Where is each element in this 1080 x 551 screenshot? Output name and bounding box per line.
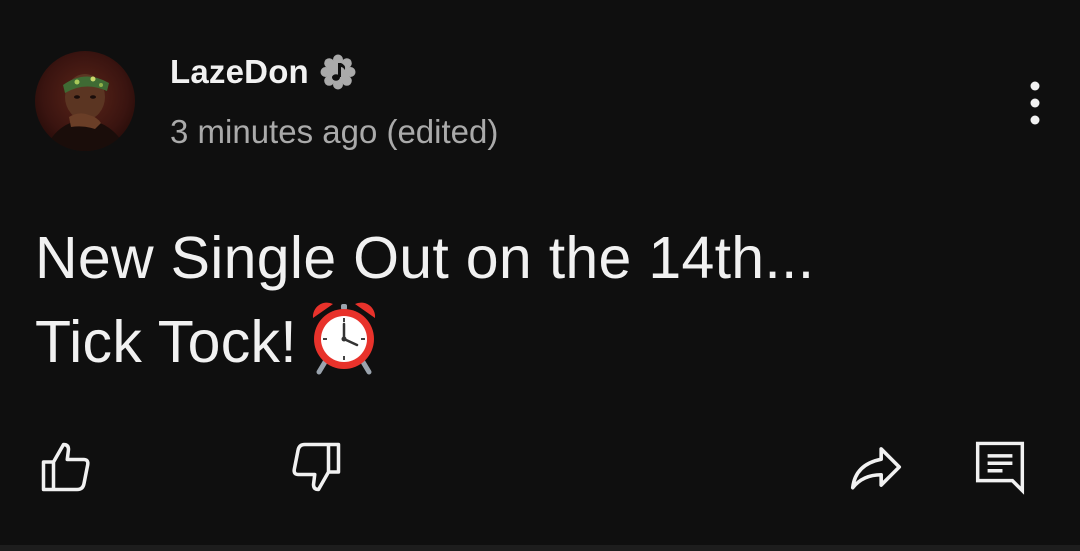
music-note-badge-icon [319, 53, 357, 91]
share-button[interactable] [841, 432, 911, 502]
more-options-button[interactable] [1014, 76, 1056, 130]
post-text-line: Tick Tock! [35, 309, 297, 375]
post-timestamp: 3 minutes ago (edited) [170, 113, 499, 150]
post-text-line-2: Tick Tock! [35, 300, 1035, 398]
community-post: LazeDon 3 minutes ago (edited) New Singl… [0, 0, 1080, 551]
dislike-button[interactable] [281, 432, 351, 502]
comment-icon [975, 441, 1025, 495]
divider [0, 545, 1080, 551]
post-body: New Single Out on the 14th... Tick Tock! [35, 216, 1035, 398]
like-button[interactable] [31, 432, 101, 502]
share-icon [850, 447, 902, 490]
thumb-down-icon [292, 442, 341, 492]
comment-button[interactable] [965, 432, 1035, 502]
author-name[interactable]: LazeDon [170, 53, 309, 91]
avatar[interactable] [35, 51, 135, 151]
more-vert-icon [1030, 81, 1040, 125]
thumb-up-icon [41, 442, 90, 492]
alarm-clock-emoji [309, 300, 379, 398]
author-row: LazeDon [170, 50, 357, 94]
post-text-line: New Single Out on the 14th... [35, 225, 815, 291]
